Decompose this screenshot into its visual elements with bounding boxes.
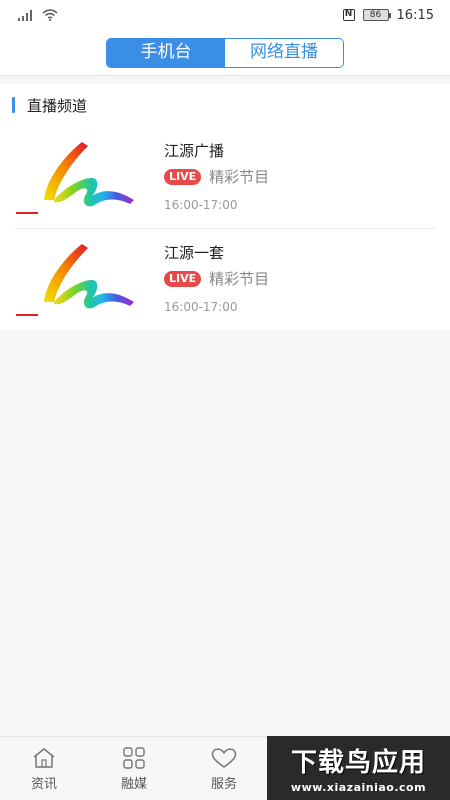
status-bar: N 86 16:15 [0, 0, 450, 30]
status-left [18, 9, 58, 21]
watermark: 下载鸟应用 www.xiazainiao.com [267, 736, 450, 800]
tab-network-live[interactable]: 网络直播 [225, 39, 343, 67]
segmented-control: 手机台 网络直播 [106, 38, 344, 68]
channel-logo-icon [16, 142, 134, 214]
home-icon [33, 748, 55, 768]
program-time: 16:00-17:00 [164, 198, 238, 212]
section-accent-bar [12, 97, 15, 113]
watermark-title: 下载鸟应用 [290, 748, 426, 778]
nav-label: 资讯 [30, 777, 57, 792]
channel-name: 江源一套 [164, 244, 225, 262]
channel-item[interactable]: 江源广播 LIVE 精彩节目 16:00-17:00 [0, 126, 450, 228]
watermark-url: www.xiazainiao.com [290, 781, 427, 794]
live-row: LIVE 精彩节目 [164, 166, 269, 187]
live-channels-card: 直播频道 江源广播 LIVE 精彩节目 16:00-17:00 江源一套 LIV… [0, 84, 450, 330]
grid-icon [123, 747, 145, 769]
live-badge: LIVE [164, 168, 202, 185]
program-time: 16:00-17:00 [164, 300, 238, 314]
signal-icon [18, 9, 34, 21]
section-title: 直播频道 [27, 96, 88, 115]
live-row: LIVE 精彩节目 [164, 268, 269, 289]
channel-item[interactable]: 江源一套 LIVE 精彩节目 16:00-17:00 [0, 228, 450, 330]
program-name: 精彩节目 [209, 168, 270, 186]
tab-header: 手机台 网络直播 [0, 30, 450, 76]
nav-label: 融媒 [120, 777, 147, 792]
nav-item-news[interactable]: 资讯 [14, 747, 74, 792]
channel-logo-icon [16, 244, 134, 316]
nav-label: 服务 [210, 777, 237, 792]
live-badge: LIVE [164, 270, 202, 287]
channel-name: 江源广播 [164, 142, 225, 160]
nav-item-service[interactable]: 服务 [194, 747, 254, 792]
status-right: N 86 16:15 [342, 7, 434, 23]
section-header: 直播频道 [12, 96, 88, 115]
battery-icon: 86 [362, 9, 391, 21]
clock: 16:15 [396, 7, 434, 23]
tab-mobile-station[interactable]: 手机台 [107, 39, 225, 67]
nfc-icon: N [342, 9, 355, 21]
nav-item-media[interactable]: 融媒 [104, 747, 164, 792]
wifi-icon [42, 9, 58, 21]
program-name: 精彩节目 [209, 270, 270, 288]
heart-icon [211, 748, 237, 768]
